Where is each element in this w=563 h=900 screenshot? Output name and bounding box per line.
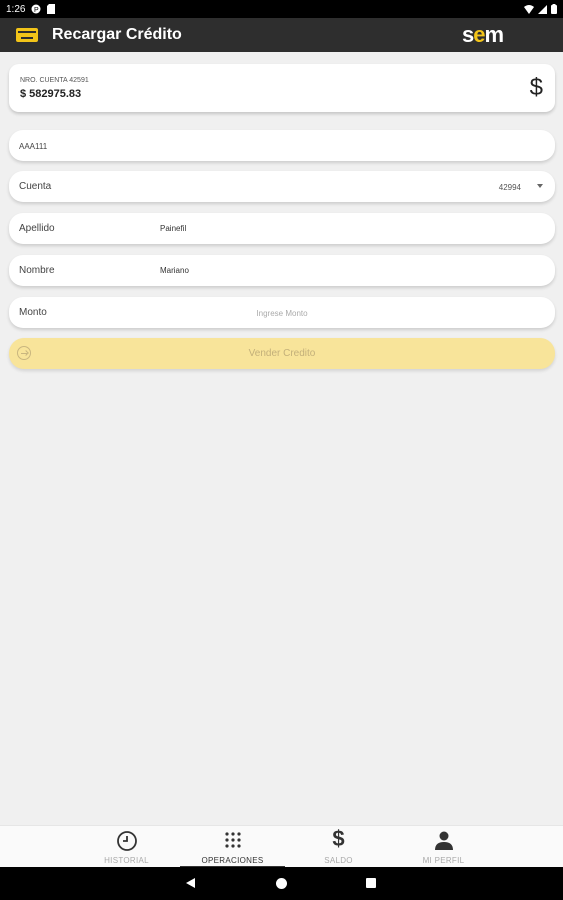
person-icon: [434, 831, 453, 850]
amount-field[interactable]: Monto Ingrese Monto: [9, 297, 555, 328]
chevron-down-icon: [537, 184, 543, 188]
credit-card-icon: [16, 28, 38, 42]
recent-apps-icon[interactable]: [366, 878, 376, 888]
first-name-field[interactable]: Nombre Mariano: [9, 255, 555, 286]
grid-icon: [224, 832, 241, 848]
back-icon[interactable]: [186, 878, 195, 888]
nav-mi-perfil[interactable]: MI PERFIL: [391, 826, 496, 868]
account-label: Cuenta: [19, 181, 52, 192]
status-time: 1:26: [6, 3, 26, 15]
first-name-value: Mariano: [160, 266, 189, 275]
clock-icon: [116, 831, 137, 851]
last-name-label: Apellido: [19, 223, 55, 234]
nav-historial[interactable]: HISTORIAL: [74, 826, 179, 868]
balance-amount: $ 582975.83: [20, 88, 82, 100]
page-title: Recargar Crédito: [52, 26, 182, 43]
wifi-icon: [524, 4, 534, 14]
sell-credit-button[interactable]: Vender Credito: [9, 338, 555, 369]
last-name-field[interactable]: Apellido Painefil: [9, 213, 555, 244]
sem-logo: sem: [461, 22, 504, 47]
nav-saldo[interactable]: $ SALDO: [286, 826, 391, 868]
nav-operaciones[interactable]: OPERACIONES: [180, 826, 285, 868]
balance-card: NRO. CUENTA 42591 $ 582975.83 $: [9, 64, 555, 112]
dollar-icon: $: [529, 74, 543, 101]
plate-field[interactable]: AAA111: [9, 130, 555, 161]
sd-card-icon: [47, 4, 56, 14]
battery-icon: [551, 4, 557, 14]
app-notification-icon: P: [31, 4, 41, 14]
first-name-label: Nombre: [19, 265, 55, 276]
plate-value: AAA111: [19, 142, 48, 151]
bottom-nav: HISTORIAL OPERACIONES $ SALDO MI PERFIL: [0, 825, 563, 868]
status-bar: 1:26 P: [0, 0, 563, 18]
signal-icon: [538, 4, 547, 14]
account-select[interactable]: Cuenta 42994: [9, 171, 555, 202]
account-number-label: NRO. CUENTA 42591: [20, 77, 89, 84]
sell-credit-label: Vender Credito: [248, 348, 316, 359]
svg-text:P: P: [34, 7, 39, 14]
dollar-icon: $: [332, 826, 345, 851]
account-value: 42994: [498, 183, 521, 192]
arrow-circle-icon: [17, 346, 31, 360]
amount-placeholder: Ingrese Monto: [256, 309, 308, 318]
system-nav-bar: [0, 867, 563, 900]
home-icon[interactable]: [276, 878, 287, 889]
app-bar: Recargar Crédito sem: [0, 18, 563, 52]
last-name-value: Painefil: [160, 224, 187, 233]
